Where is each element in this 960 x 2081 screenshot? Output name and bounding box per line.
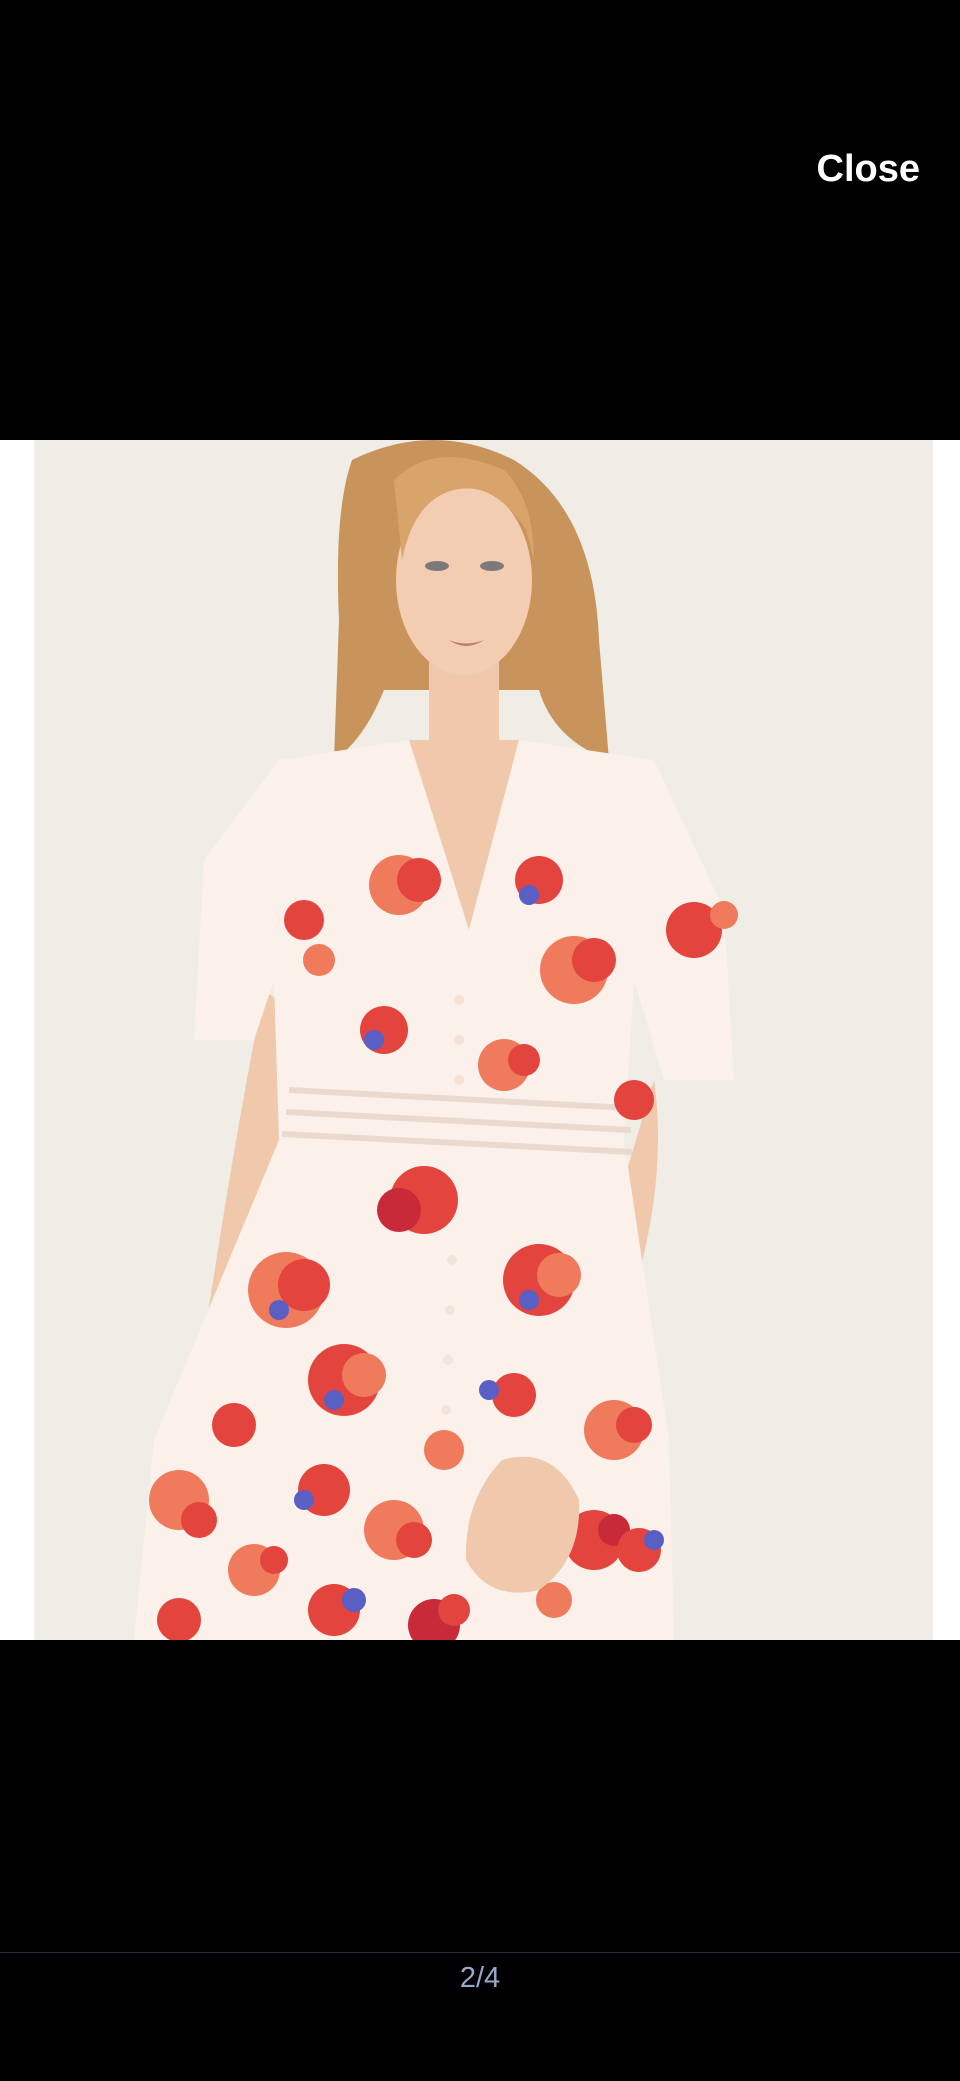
photo-frame <box>0 440 960 1640</box>
product-photo-illustration <box>34 440 933 1640</box>
page-counter: 2/4 <box>459 1962 501 1994</box>
close-button[interactable]: Close <box>817 150 920 188</box>
image-viewer: Close 2/4 <box>0 0 960 2081</box>
product-photo[interactable] <box>34 440 933 1640</box>
bottom-divider <box>0 1952 960 1953</box>
